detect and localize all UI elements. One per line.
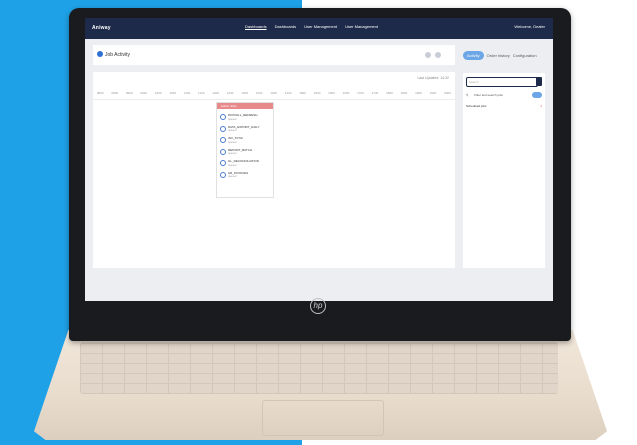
status-dot-icon bbox=[220, 160, 226, 166]
page-header: Job Activity bbox=[93, 45, 455, 65]
timeline-column-2: 0900 bbox=[125, 91, 133, 95]
timeline-column-6: 1100 bbox=[183, 91, 191, 95]
last-updated-label: Last Updated: 14:32 bbox=[417, 76, 449, 80]
laptop-touchpad bbox=[262, 400, 384, 436]
app-top-bar: Aniway Dashboards Dashboards User Manage… bbox=[85, 18, 553, 39]
filter-label: Filter and search jobs bbox=[474, 93, 503, 97]
timeline-column-7: 1130 bbox=[198, 91, 205, 95]
user-menu[interactable]: Welcome, Dealer bbox=[514, 24, 545, 29]
panel-item-subtitle: queued bbox=[228, 152, 237, 155]
panel-item-subtitle: queued bbox=[228, 117, 237, 121]
status-dot-icon bbox=[220, 114, 226, 120]
header-actions bbox=[425, 52, 441, 58]
timeline-column-8: 1200 bbox=[212, 91, 219, 95]
filter-row: ⚲ Filter and search jobs bbox=[466, 91, 542, 99]
filter-icon[interactable]: ⚲ bbox=[466, 93, 468, 97]
status-dot-icon bbox=[220, 148, 226, 155]
timeline-column-12: 1400 bbox=[270, 91, 277, 95]
timeline-column-1: 0830 bbox=[111, 91, 119, 95]
right-pane: Activity Order history Configuration Sea… bbox=[463, 45, 545, 268]
timeline-column-21: 1830 bbox=[400, 91, 408, 95]
nav-item-3[interactable]: User Management bbox=[345, 24, 378, 29]
page-title: Job Activity bbox=[105, 52, 131, 58]
timeline-column-15: 1530 bbox=[313, 91, 321, 95]
panel-item[interactable]: GL_RECONCILIATION queued bbox=[220, 159, 270, 167]
laptop-lid: Aniway Dashboards Dashboards User Manage… bbox=[69, 8, 571, 341]
panel-item[interactable]: DATA_EXPORT_DAILY queued bbox=[220, 125, 270, 132]
timeline-column-4: 1000 bbox=[154, 91, 162, 95]
add-filter-button[interactable] bbox=[532, 92, 542, 98]
tab-activity[interactable]: Activity bbox=[463, 50, 484, 60]
timeline-column-20: 1800 bbox=[386, 91, 393, 95]
timeline-column-10: 1300 bbox=[241, 91, 248, 95]
timeline-column-23: 1930 bbox=[429, 91, 437, 95]
panel-item-subtitle: queued bbox=[228, 175, 237, 178]
panel-item-list: PAYROLL_REFRESH queued DATA_EXPORT_DAILY qu… bbox=[217, 113, 273, 178]
panel-item[interactable]: PAYROLL_REFRESH queued bbox=[220, 113, 270, 121]
panel-header: Active Jobs bbox=[217, 103, 273, 109]
panel-item[interactable]: INV_SYNC queued bbox=[220, 136, 270, 144]
status-dot-icon bbox=[220, 137, 226, 143]
panel-item-subtitle: queued bbox=[228, 163, 237, 167]
timeline-column-17: 1630 bbox=[342, 91, 350, 95]
timeline-column-19: 1730 bbox=[371, 91, 379, 95]
timeline-column-0: 0800 bbox=[96, 91, 104, 95]
panel-item[interactable]: AR_INVOICES queued bbox=[220, 171, 270, 178]
timeline-column-13: 1430 bbox=[284, 91, 292, 95]
timeline-column-14: 1500 bbox=[299, 91, 306, 95]
sidebar-card: Search ⚲ Filter and search jobs Schedule… bbox=[463, 73, 545, 268]
timeline-column-22: 1900 bbox=[415, 91, 422, 95]
status-dot-icon bbox=[220, 171, 226, 178]
job-icon bbox=[97, 51, 103, 57]
panel-item-title: PAYROLL_REFRESH bbox=[228, 113, 258, 117]
laptop-keyboard bbox=[80, 342, 558, 394]
panel-item-title: GL_RECONCILIATION bbox=[228, 159, 259, 163]
timeline-column-3: 0930 bbox=[140, 91, 148, 95]
status-dot-icon bbox=[220, 125, 226, 132]
timeline-column-9: 1230 bbox=[226, 91, 234, 95]
panel-item-subtitle: queued bbox=[228, 129, 237, 132]
timeline-column-5: 1030 bbox=[169, 91, 176, 95]
panel-item-title: INV_SYNC bbox=[228, 136, 244, 140]
timeline-column-18: 1700 bbox=[357, 91, 364, 95]
panel-item-subtitle: queued bbox=[228, 140, 237, 144]
panel-item[interactable]: REPORT_BATCH queued bbox=[220, 148, 270, 155]
search-input[interactable]: Search bbox=[466, 77, 538, 87]
result-row[interactable]: Scheduled jobs 2 bbox=[466, 104, 542, 110]
laptop-screen: Aniway Dashboards Dashboards User Manage… bbox=[85, 18, 553, 301]
hp-logo-icon: hp bbox=[310, 298, 326, 314]
timeline-columns: 0800 0830 0900 0930 1000 1030 1100 1130 1200 1230… bbox=[93, 91, 455, 100]
search-icon[interactable] bbox=[536, 77, 542, 86]
timeline-board: Last Updated: 14:32 0800 0830 0900 0930 1000… bbox=[93, 72, 455, 268]
nav-item-0[interactable]: Dashboards bbox=[245, 24, 267, 29]
result-label: Scheduled jobs bbox=[466, 104, 487, 108]
nav-item-1[interactable]: Dashboards bbox=[275, 24, 297, 29]
timeline-column-11: 1330 bbox=[255, 91, 263, 95]
settings-icon[interactable] bbox=[435, 52, 441, 58]
result-badge: 2 bbox=[540, 104, 542, 108]
main-nav: Dashboards Dashboards User Management Us… bbox=[245, 24, 378, 29]
active-jobs-panel: Active Jobs PAYROLL_REFRESH queued DATA_EX… bbox=[216, 102, 274, 198]
timeline-column-24: 2000 bbox=[444, 91, 451, 95]
timeline-column-16: 1600 bbox=[328, 91, 335, 95]
brand-logo[interactable]: Aniway bbox=[92, 25, 111, 31]
nav-item-2[interactable]: User Management bbox=[304, 24, 337, 29]
tab-order-history[interactable]: Order history bbox=[487, 53, 510, 58]
refresh-icon[interactable] bbox=[425, 52, 431, 58]
sidebar-tabs: Activity Order history Configuration bbox=[463, 45, 545, 65]
tab-configuration[interactable]: Configuration bbox=[513, 53, 537, 58]
